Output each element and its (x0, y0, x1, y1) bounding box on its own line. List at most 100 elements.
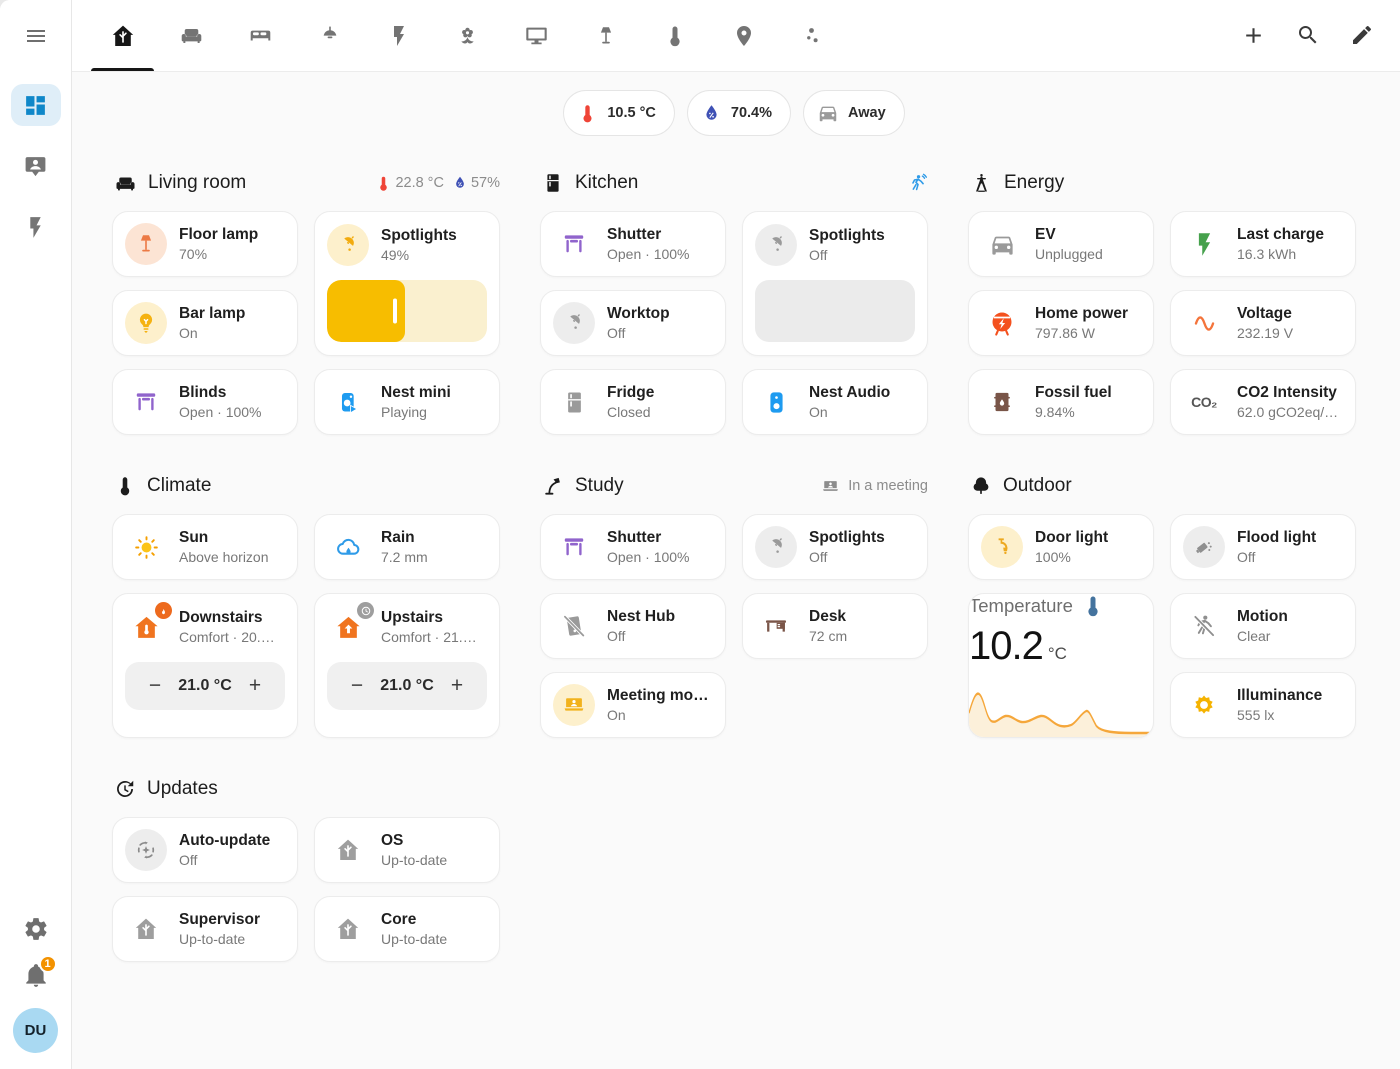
card-flood-light[interactable]: Flood lightOff (1170, 514, 1356, 580)
decrease-button[interactable]: − (337, 666, 377, 706)
card-voltage[interactable]: Voltage232.19 V (1170, 290, 1356, 356)
tab-home[interactable] (88, 0, 157, 71)
cards: ShutterOpen · 100% SpotlightsOff Worktop… (540, 211, 928, 435)
tab-bedroom[interactable] (226, 0, 295, 71)
card-co2-intensity[interactable]: CO₂ CO2 Intensity62.0 gCO2eq/… (1170, 369, 1356, 435)
card-worktop[interactable]: WorktopOff (540, 290, 726, 356)
card-title: Sun (179, 528, 269, 548)
decrease-button[interactable]: − (135, 666, 175, 706)
temperature-sparkline (969, 683, 1153, 737)
wall-light-icon (981, 526, 1023, 568)
card-spotlights[interactable]: SpotlightsOff (742, 211, 928, 356)
card-auto-update[interactable]: Auto-updateOff (112, 817, 298, 883)
card-title: Desk (809, 607, 847, 627)
card-fridge[interactable]: FridgeClosed (540, 369, 726, 435)
card-spotlights[interactable]: SpotlightsOff (742, 514, 928, 580)
card-status: Off (809, 246, 885, 264)
tab-lamps[interactable] (571, 0, 640, 71)
card-title: Worktop (607, 304, 670, 324)
card-title: Temperature (969, 595, 1073, 617)
speaker-icon (755, 381, 797, 423)
card-status: On (809, 403, 890, 421)
increase-button[interactable]: + (437, 666, 477, 706)
card-fossil-fuel[interactable]: Fossil fuel9.84% (968, 369, 1154, 435)
chip-humidity[interactable]: 70.4% (687, 90, 791, 136)
brightness-slider[interactable] (755, 280, 915, 342)
tab-living-room[interactable] (157, 0, 226, 71)
edit-button[interactable] (1350, 23, 1374, 48)
card-nest-mini[interactable]: Nest miniPlaying (314, 369, 500, 435)
tablet-off-icon (553, 605, 595, 647)
card-supervisor-update[interactable]: SupervisorUp-to-date (112, 896, 298, 962)
card-title: Supervisor (179, 910, 260, 930)
card-floor-lamp[interactable]: Floor lamp70% (112, 211, 298, 277)
section-header: Living room 22.8 °C 57% (114, 168, 500, 198)
card-title: Door light (1035, 528, 1108, 548)
card-bar-lamp[interactable]: Bar lampOn (112, 290, 298, 356)
tab-misc[interactable] (778, 0, 847, 71)
house-thermometer-icon (125, 606, 167, 648)
card-status: Off (809, 548, 885, 566)
card-home-power[interactable]: Home power797.86 W (968, 290, 1154, 356)
section-updates: Updates Auto-updateOff OSUp-to-date (112, 772, 500, 962)
card-upstairs-thermostat[interactable]: UpstairsComfort · 21.… − 21.0 °C + (314, 593, 500, 738)
menu-button[interactable] (0, 0, 71, 72)
increase-button[interactable]: + (235, 666, 275, 706)
cards: ShutterOpen · 100% SpotlightsOff Nest Hu… (540, 514, 928, 738)
add-button[interactable] (1241, 23, 1266, 48)
card-status: 49% (381, 246, 457, 264)
card-meeting-mode[interactable]: Meeting mo…On (540, 672, 726, 738)
cards: Auto-updateOff OSUp-to-date SupervisorUp… (112, 817, 500, 962)
settings-button[interactable] (23, 916, 49, 942)
card-core-update[interactable]: CoreUp-to-date (314, 896, 500, 962)
card-nest-hub[interactable]: Nest HubOff (540, 593, 726, 659)
avatar[interactable]: DU (13, 1008, 58, 1053)
tab-map[interactable] (709, 0, 778, 71)
tab-climate[interactable] (640, 0, 709, 71)
card-blinds[interactable]: BlindsOpen · 100% (112, 369, 298, 435)
brightness-slider[interactable] (327, 280, 487, 342)
card-status: 9.84% (1035, 403, 1112, 421)
home-assistant-window: 1 DU (0, 0, 1400, 1069)
sofa-icon (179, 23, 204, 48)
tab-energy[interactable] (364, 0, 433, 71)
co2-icon: CO₂ (1183, 381, 1225, 423)
card-ev[interactable]: EVUnplugged (968, 211, 1154, 277)
desk-icon (755, 605, 797, 647)
card-outdoor-temperature[interactable]: Temperature 10.2 °C (968, 593, 1154, 738)
spotlight-icon (755, 526, 797, 568)
search-button[interactable] (1296, 23, 1320, 48)
car-icon (817, 102, 839, 124)
card-rain[interactable]: Rain7.2 mm (314, 514, 500, 580)
flash-icon (1183, 223, 1225, 265)
tree-icon (970, 475, 992, 497)
card-spotlights[interactable]: Spotlights49% (314, 211, 500, 356)
tab-media[interactable] (502, 0, 571, 71)
card-desk[interactable]: Desk72 cm (742, 593, 928, 659)
cards: Door light100% Flood lightOff Temperatur… (968, 514, 1356, 738)
card-sun[interactable]: SunAbove horizon (112, 514, 298, 580)
section-header: Outdoor (970, 471, 1356, 501)
card-door-light[interactable]: Door light100% (968, 514, 1154, 580)
card-illuminance[interactable]: Illuminance555 lx (1170, 672, 1356, 738)
card-os-update[interactable]: OSUp-to-date (314, 817, 500, 883)
sidebar-item-dashboard[interactable] (11, 84, 61, 126)
view-tabs (72, 0, 847, 71)
card-last-charge[interactable]: Last charge16.3 kWh (1170, 211, 1356, 277)
chip-temperature[interactable]: 10.5 °C (563, 90, 675, 136)
card-shutter[interactable]: ShutterOpen · 100% (540, 211, 726, 277)
thermometer-icon (1081, 594, 1105, 618)
sidebar-item-energy[interactable] (11, 206, 61, 248)
tab-lights[interactable] (295, 0, 364, 71)
section-title: Climate (147, 475, 211, 497)
card-motion[interactable]: MotionClear (1170, 593, 1356, 659)
chip-presence[interactable]: Away (803, 90, 905, 136)
card-status: 797.86 W (1035, 324, 1128, 342)
tab-garden[interactable] (433, 0, 502, 71)
card-downstairs-thermostat[interactable]: DownstairsComfort · 20.… − 21.0 °C + (112, 593, 298, 738)
section-stats: 22.8 °C 57% (375, 175, 500, 192)
notifications-button[interactable]: 1 (23, 962, 49, 988)
card-shutter[interactable]: ShutterOpen · 100% (540, 514, 726, 580)
sidebar-item-person-badge[interactable] (11, 145, 61, 187)
card-nest-audio[interactable]: Nest AudioOn (742, 369, 928, 435)
